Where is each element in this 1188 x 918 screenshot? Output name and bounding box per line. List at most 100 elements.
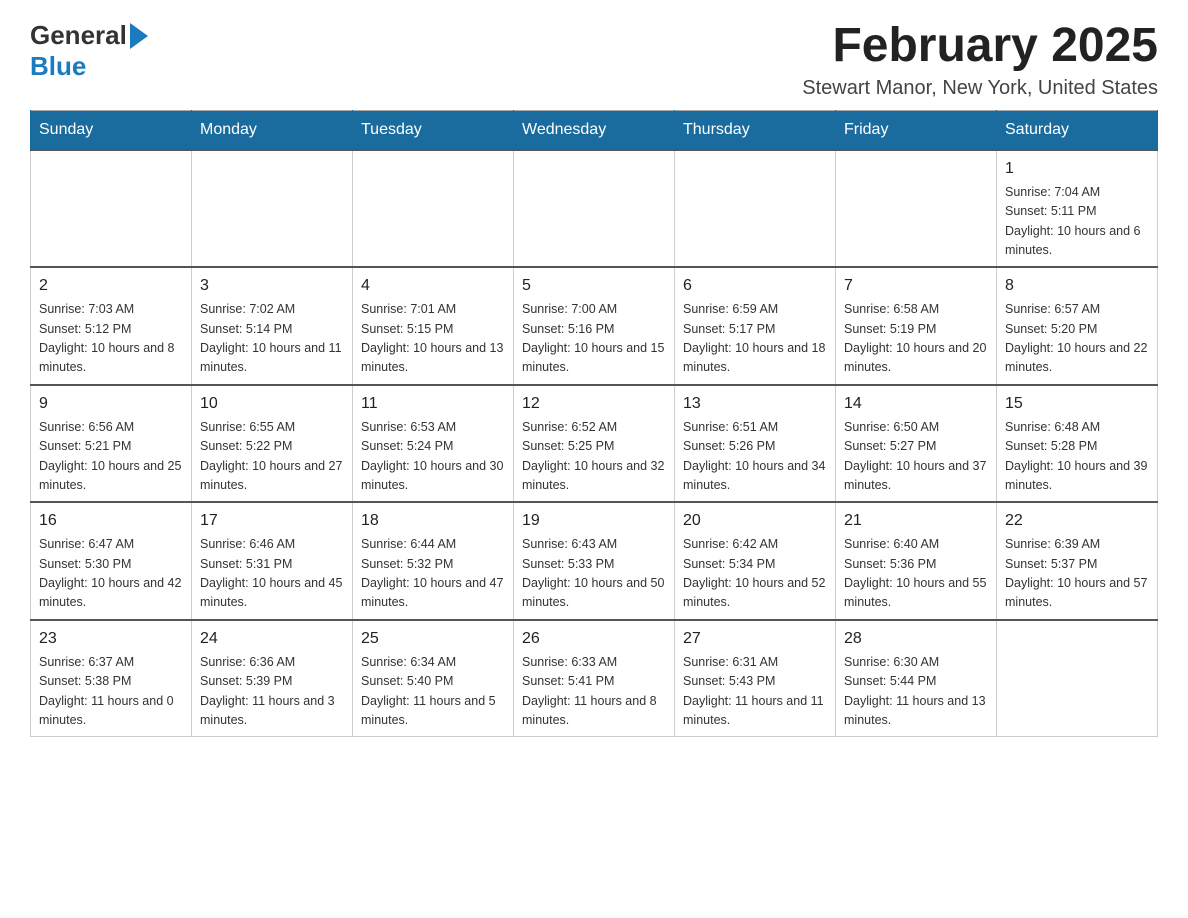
day-info: Sunrise: 6:48 AM Sunset: 5:28 PM Dayligh… (1005, 418, 1149, 496)
day-number: 27 (683, 627, 827, 651)
calendar-cell: 18Sunrise: 6:44 AM Sunset: 5:32 PM Dayli… (353, 502, 514, 620)
logo: General Blue (30, 20, 148, 82)
calendar-cell: 17Sunrise: 6:46 AM Sunset: 5:31 PM Dayli… (192, 502, 353, 620)
day-info: Sunrise: 6:58 AM Sunset: 5:19 PM Dayligh… (844, 300, 988, 378)
day-info: Sunrise: 6:46 AM Sunset: 5:31 PM Dayligh… (200, 535, 344, 613)
calendar-cell: 9Sunrise: 6:56 AM Sunset: 5:21 PM Daylig… (31, 385, 192, 503)
calendar-week-row: 2Sunrise: 7:03 AM Sunset: 5:12 PM Daylig… (31, 267, 1158, 385)
calendar-cell: 3Sunrise: 7:02 AM Sunset: 5:14 PM Daylig… (192, 267, 353, 385)
day-info: Sunrise: 6:33 AM Sunset: 5:41 PM Dayligh… (522, 653, 666, 731)
calendar-cell: 5Sunrise: 7:00 AM Sunset: 5:16 PM Daylig… (514, 267, 675, 385)
day-number: 26 (522, 627, 666, 651)
calendar-cell: 7Sunrise: 6:58 AM Sunset: 5:19 PM Daylig… (836, 267, 997, 385)
calendar-cell: 4Sunrise: 7:01 AM Sunset: 5:15 PM Daylig… (353, 267, 514, 385)
day-number: 19 (522, 509, 666, 533)
day-info: Sunrise: 6:36 AM Sunset: 5:39 PM Dayligh… (200, 653, 344, 731)
day-info: Sunrise: 6:56 AM Sunset: 5:21 PM Dayligh… (39, 418, 183, 496)
calendar-cell: 21Sunrise: 6:40 AM Sunset: 5:36 PM Dayli… (836, 502, 997, 620)
day-info: Sunrise: 6:43 AM Sunset: 5:33 PM Dayligh… (522, 535, 666, 613)
calendar-cell (192, 150, 353, 268)
day-info: Sunrise: 6:40 AM Sunset: 5:36 PM Dayligh… (844, 535, 988, 613)
day-number: 15 (1005, 392, 1149, 416)
day-number: 12 (522, 392, 666, 416)
calendar-cell: 26Sunrise: 6:33 AM Sunset: 5:41 PM Dayli… (514, 620, 675, 737)
calendar-weekday-friday: Friday (836, 110, 997, 150)
calendar-cell: 6Sunrise: 6:59 AM Sunset: 5:17 PM Daylig… (675, 267, 836, 385)
page-header: General Blue February 2025 Stewart Manor… (30, 20, 1158, 100)
day-number: 3 (200, 274, 344, 298)
month-title: February 2025 (802, 20, 1158, 73)
calendar-table: SundayMondayTuesdayWednesdayThursdayFrid… (30, 110, 1158, 738)
day-info: Sunrise: 6:34 AM Sunset: 5:40 PM Dayligh… (361, 653, 505, 731)
day-info: Sunrise: 6:53 AM Sunset: 5:24 PM Dayligh… (361, 418, 505, 496)
day-number: 5 (522, 274, 666, 298)
day-info: Sunrise: 6:44 AM Sunset: 5:32 PM Dayligh… (361, 535, 505, 613)
calendar-cell: 14Sunrise: 6:50 AM Sunset: 5:27 PM Dayli… (836, 385, 997, 503)
day-info: Sunrise: 7:03 AM Sunset: 5:12 PM Dayligh… (39, 300, 183, 378)
calendar-cell (514, 150, 675, 268)
day-info: Sunrise: 6:42 AM Sunset: 5:34 PM Dayligh… (683, 535, 827, 613)
logo-general-text: General (30, 20, 127, 51)
day-number: 11 (361, 392, 505, 416)
calendar-cell (31, 150, 192, 268)
calendar-weekday-wednesday: Wednesday (514, 110, 675, 150)
day-number: 14 (844, 392, 988, 416)
calendar-cell: 24Sunrise: 6:36 AM Sunset: 5:39 PM Dayli… (192, 620, 353, 737)
day-info: Sunrise: 6:50 AM Sunset: 5:27 PM Dayligh… (844, 418, 988, 496)
day-info: Sunrise: 6:47 AM Sunset: 5:30 PM Dayligh… (39, 535, 183, 613)
day-number: 13 (683, 392, 827, 416)
calendar-cell: 15Sunrise: 6:48 AM Sunset: 5:28 PM Dayli… (997, 385, 1158, 503)
calendar-cell (836, 150, 997, 268)
day-number: 4 (361, 274, 505, 298)
calendar-weekday-monday: Monday (192, 110, 353, 150)
calendar-cell: 19Sunrise: 6:43 AM Sunset: 5:33 PM Dayli… (514, 502, 675, 620)
day-info: Sunrise: 7:00 AM Sunset: 5:16 PM Dayligh… (522, 300, 666, 378)
day-info: Sunrise: 6:31 AM Sunset: 5:43 PM Dayligh… (683, 653, 827, 731)
calendar-cell: 20Sunrise: 6:42 AM Sunset: 5:34 PM Dayli… (675, 502, 836, 620)
calendar-cell (997, 620, 1158, 737)
day-number: 22 (1005, 509, 1149, 533)
day-info: Sunrise: 6:39 AM Sunset: 5:37 PM Dayligh… (1005, 535, 1149, 613)
location-title: Stewart Manor, New York, United States (802, 77, 1158, 100)
day-info: Sunrise: 7:01 AM Sunset: 5:15 PM Dayligh… (361, 300, 505, 378)
day-info: Sunrise: 6:55 AM Sunset: 5:22 PM Dayligh… (200, 418, 344, 496)
day-number: 1 (1005, 157, 1149, 181)
calendar-cell: 28Sunrise: 6:30 AM Sunset: 5:44 PM Dayli… (836, 620, 997, 737)
day-info: Sunrise: 6:37 AM Sunset: 5:38 PM Dayligh… (39, 653, 183, 731)
day-number: 20 (683, 509, 827, 533)
calendar-week-row: 1Sunrise: 7:04 AM Sunset: 5:11 PM Daylig… (31, 150, 1158, 268)
logo-blue-text: Blue (30, 51, 86, 82)
day-number: 9 (39, 392, 183, 416)
day-number: 24 (200, 627, 344, 651)
day-number: 28 (844, 627, 988, 651)
day-number: 23 (39, 627, 183, 651)
day-info: Sunrise: 7:02 AM Sunset: 5:14 PM Dayligh… (200, 300, 344, 378)
day-info: Sunrise: 6:52 AM Sunset: 5:25 PM Dayligh… (522, 418, 666, 496)
calendar-weekday-tuesday: Tuesday (353, 110, 514, 150)
day-info: Sunrise: 7:04 AM Sunset: 5:11 PM Dayligh… (1005, 183, 1149, 261)
calendar-week-row: 23Sunrise: 6:37 AM Sunset: 5:38 PM Dayli… (31, 620, 1158, 737)
day-number: 21 (844, 509, 988, 533)
day-number: 7 (844, 274, 988, 298)
calendar-cell: 16Sunrise: 6:47 AM Sunset: 5:30 PM Dayli… (31, 502, 192, 620)
day-info: Sunrise: 6:51 AM Sunset: 5:26 PM Dayligh… (683, 418, 827, 496)
day-number: 17 (200, 509, 344, 533)
logo-triangle-icon (130, 23, 148, 49)
day-number: 10 (200, 392, 344, 416)
day-number: 6 (683, 274, 827, 298)
day-info: Sunrise: 6:59 AM Sunset: 5:17 PM Dayligh… (683, 300, 827, 378)
calendar-cell: 8Sunrise: 6:57 AM Sunset: 5:20 PM Daylig… (997, 267, 1158, 385)
day-info: Sunrise: 6:30 AM Sunset: 5:44 PM Dayligh… (844, 653, 988, 731)
calendar-cell: 1Sunrise: 7:04 AM Sunset: 5:11 PM Daylig… (997, 150, 1158, 268)
calendar-cell: 22Sunrise: 6:39 AM Sunset: 5:37 PM Dayli… (997, 502, 1158, 620)
calendar-week-row: 16Sunrise: 6:47 AM Sunset: 5:30 PM Dayli… (31, 502, 1158, 620)
day-number: 8 (1005, 274, 1149, 298)
calendar-weekday-thursday: Thursday (675, 110, 836, 150)
day-info: Sunrise: 6:57 AM Sunset: 5:20 PM Dayligh… (1005, 300, 1149, 378)
calendar-week-row: 9Sunrise: 6:56 AM Sunset: 5:21 PM Daylig… (31, 385, 1158, 503)
calendar-cell: 11Sunrise: 6:53 AM Sunset: 5:24 PM Dayli… (353, 385, 514, 503)
calendar-cell: 27Sunrise: 6:31 AM Sunset: 5:43 PM Dayli… (675, 620, 836, 737)
day-number: 18 (361, 509, 505, 533)
calendar-cell: 25Sunrise: 6:34 AM Sunset: 5:40 PM Dayli… (353, 620, 514, 737)
calendar-weekday-sunday: Sunday (31, 110, 192, 150)
